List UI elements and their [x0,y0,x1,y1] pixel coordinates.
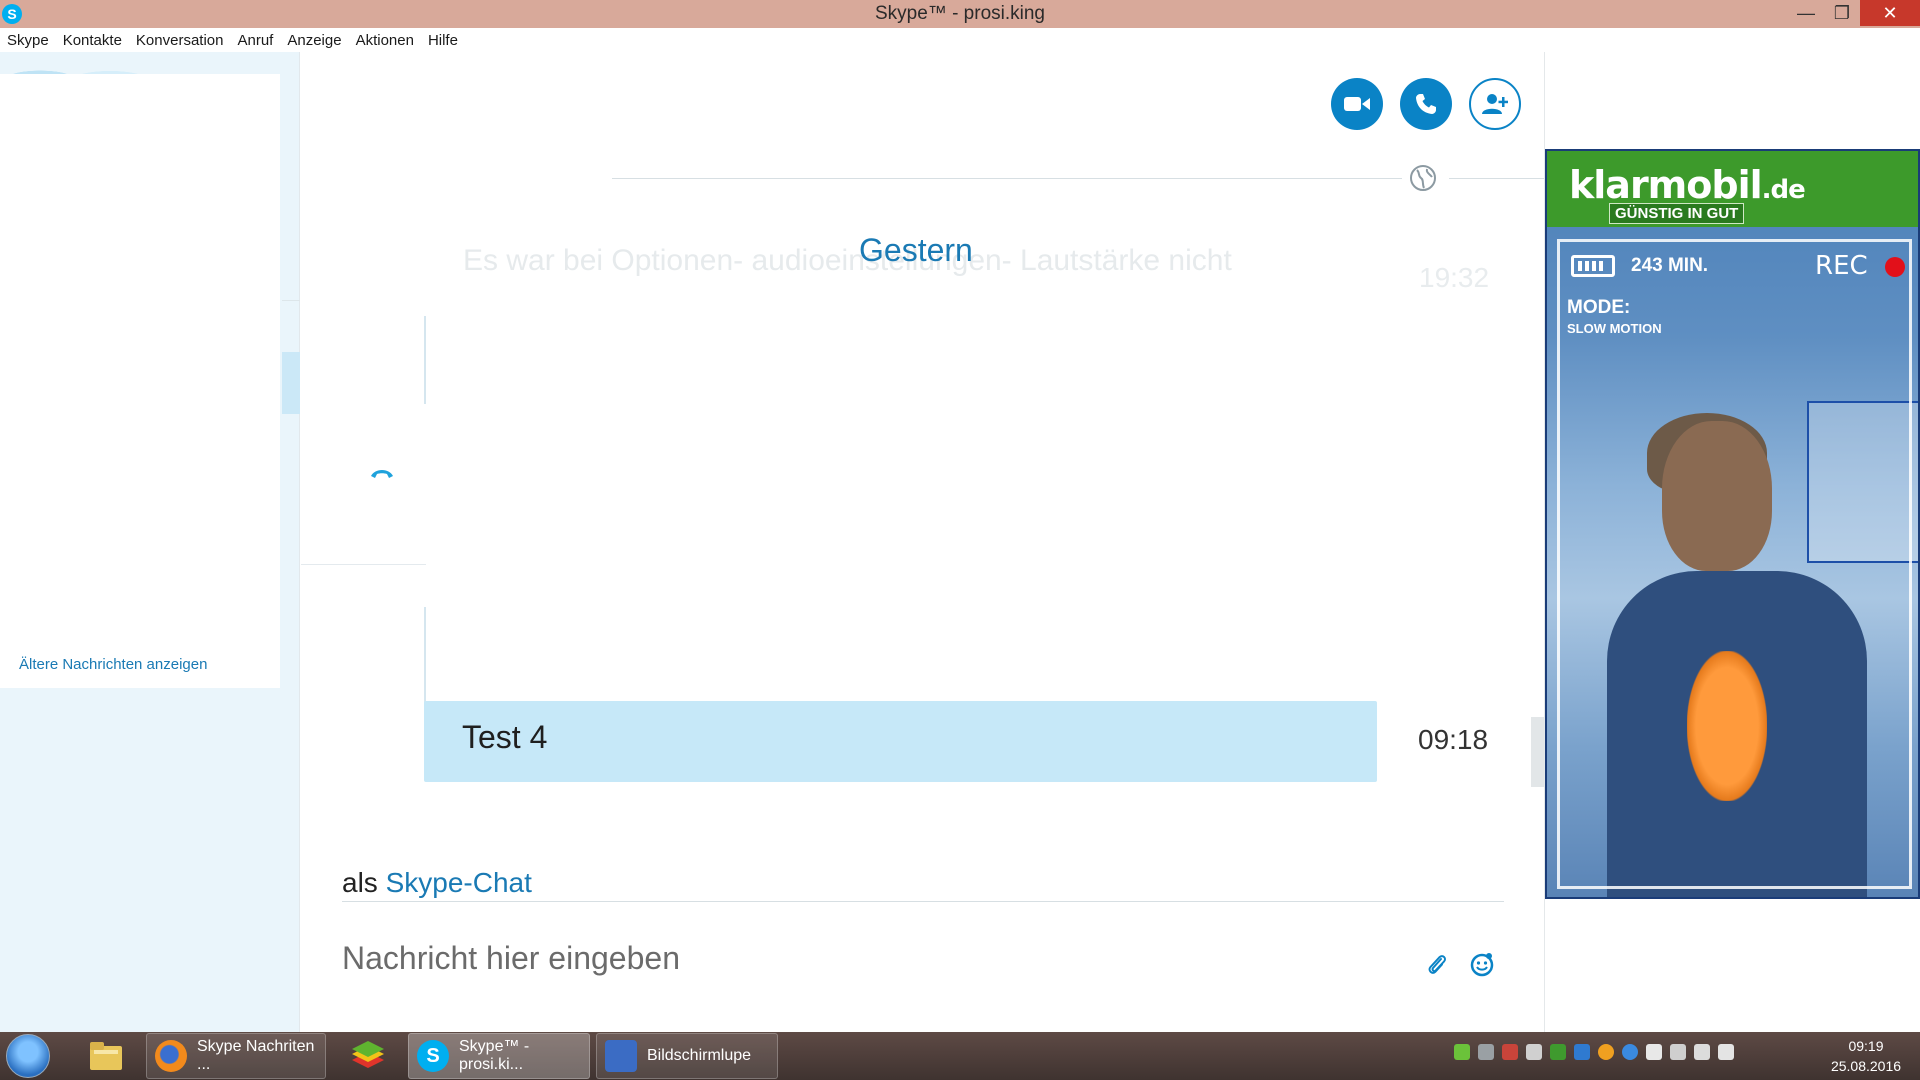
signal-icon[interactable] [1670,1044,1686,1060]
message-time: 09:18 [1418,724,1489,755]
taskbar-button-skype[interactable]: S Skype™ - prosi.ki... [408,1033,590,1079]
divider [1449,178,1544,179]
faded-message-text: Es war bei Optionen- audioeinstellungen-… [463,244,1232,277]
scrollbar-thumb[interactable] [1531,717,1544,787]
contact-panel [0,74,280,688]
cloud-decoration [0,52,160,74]
firefox-icon [155,1040,187,1072]
menu-item-aktionen[interactable]: Aktionen [356,32,414,49]
menu-item-anzeige[interactable]: Anzeige [287,32,341,49]
call-event-icon [371,470,393,478]
taskbar-button-label: Skype Nachriten ... [197,1038,315,1073]
menu-item-skype[interactable]: Skype [7,32,49,49]
faded-message-time: 19:32 [1419,262,1490,293]
divider [342,901,1504,902]
sidebar: Ältere Nachrichten anzeigen [0,52,300,1032]
menu-item-konversation[interactable]: Konversation [136,32,224,49]
taskbar-button-firefox[interactable]: Skype Nachriten ... [146,1033,326,1079]
tray-app-icon[interactable] [1502,1044,1518,1060]
tray-network-icon[interactable] [1478,1044,1494,1060]
close-button[interactable]: ✕ [1860,0,1920,26]
window-title: Skype™ - prosi.king [874,3,1045,24]
skype-icon: S [417,1040,449,1072]
chat-mode-prefix: als [342,867,378,898]
taskbar: Skype Nachriten ... S Skype™ - prosi.ki.… [0,1032,1920,1080]
older-messages-link[interactable]: Ältere Nachrichten anzeigen [19,656,207,673]
add-contact-button[interactable] [1469,78,1521,130]
ad-mode-label: MODE: [1567,297,1631,318]
chat-mode-link[interactable]: Skype-Chat [386,867,532,898]
taskbar-button-label: Skype™ - prosi.ki... [459,1038,530,1073]
minimize-button[interactable]: — [1786,0,1826,26]
taskbar-button-magnifier[interactable]: Bildschirmlupe [596,1033,778,1079]
tray-app-icon[interactable] [1526,1044,1542,1060]
video-call-button[interactable] [1331,78,1383,130]
file-explorer-icon[interactable] [86,1036,126,1076]
battery-icon [1571,255,1615,277]
ad-brand-suffix: .de [1761,175,1806,205]
selected-contact-indicator [282,352,300,414]
clock[interactable]: 09:19 25.08.2016 [1818,1036,1914,1076]
ad-camera-frame [1557,239,1912,889]
system-tray [1454,1044,1734,1060]
magnifier-icon [605,1040,637,1072]
video-call-icon [1344,97,1370,111]
ad-rec-label: REC [1815,251,1868,281]
globe-icon[interactable] [1409,164,1437,192]
start-button[interactable] [6,1034,50,1078]
bluestacks-icon[interactable] [348,1036,388,1076]
title-bar: S Skype™ - prosi.king — ❐ ✕ [0,0,1920,28]
tray-nvidia-icon[interactable] [1550,1044,1566,1060]
ad-brand-name: klarmobil [1569,163,1763,207]
clock-time: 09:19 [1848,1038,1884,1054]
add-contact-icon [1482,94,1508,114]
message-input[interactable]: Nachricht hier eingeben [342,940,680,977]
ad-minutes: 243 MIN. [1631,255,1709,276]
record-dot-icon [1885,257,1905,277]
battery-tray-icon[interactable] [1718,1044,1734,1060]
message-text: Test 4 [462,719,548,755]
menu-item-hilfe[interactable]: Hilfe [428,32,458,49]
quote-bar [424,316,426,404]
menu-item-kontakte[interactable]: Kontakte [63,32,122,49]
attachment-icon[interactable] [1426,953,1448,977]
divider [301,564,426,565]
conversation-panel: Es war bei Optionen- audioeinstellungen-… [301,52,1544,1032]
flag-icon[interactable] [1646,1044,1662,1060]
menu-bar: Skype Kontakte Konversation Anruf Anzeig… [0,28,1920,52]
call-icon [1416,94,1436,114]
maximize-button[interactable]: ❐ [1822,0,1862,26]
menu-item-anruf[interactable]: Anruf [237,32,273,49]
date-divider: Gestern [859,232,973,268]
volume-icon[interactable] [1694,1044,1710,1060]
tray-app-icon[interactable] [1598,1044,1614,1060]
ad-mode-value: SLOW MOTION [1567,321,1662,336]
message-bubble[interactable]: Test 4 [424,701,1377,782]
taskbar-button-label: Bildschirmlupe [647,1047,752,1064]
tray-app-icon[interactable] [1574,1044,1590,1060]
advertisement-banner[interactable]: klarmobil.de GÜNSTIG IN GUT 243 MIN. REC… [1545,149,1920,899]
divider [282,300,300,301]
clock-date: 25.08.2016 [1830,1058,1902,1074]
tray-app-icon[interactable] [1454,1044,1470,1060]
chat-mode: als Skype-Chat [342,867,532,899]
emoticon-icon[interactable] [1469,952,1495,978]
divider [612,178,1402,179]
tray-skype-icon[interactable] [1622,1044,1638,1060]
ad-tagline: GÜNSTIG IN GUT [1609,203,1745,224]
ad-brand: klarmobil.de [1569,163,1806,207]
call-button[interactable] [1400,78,1452,130]
